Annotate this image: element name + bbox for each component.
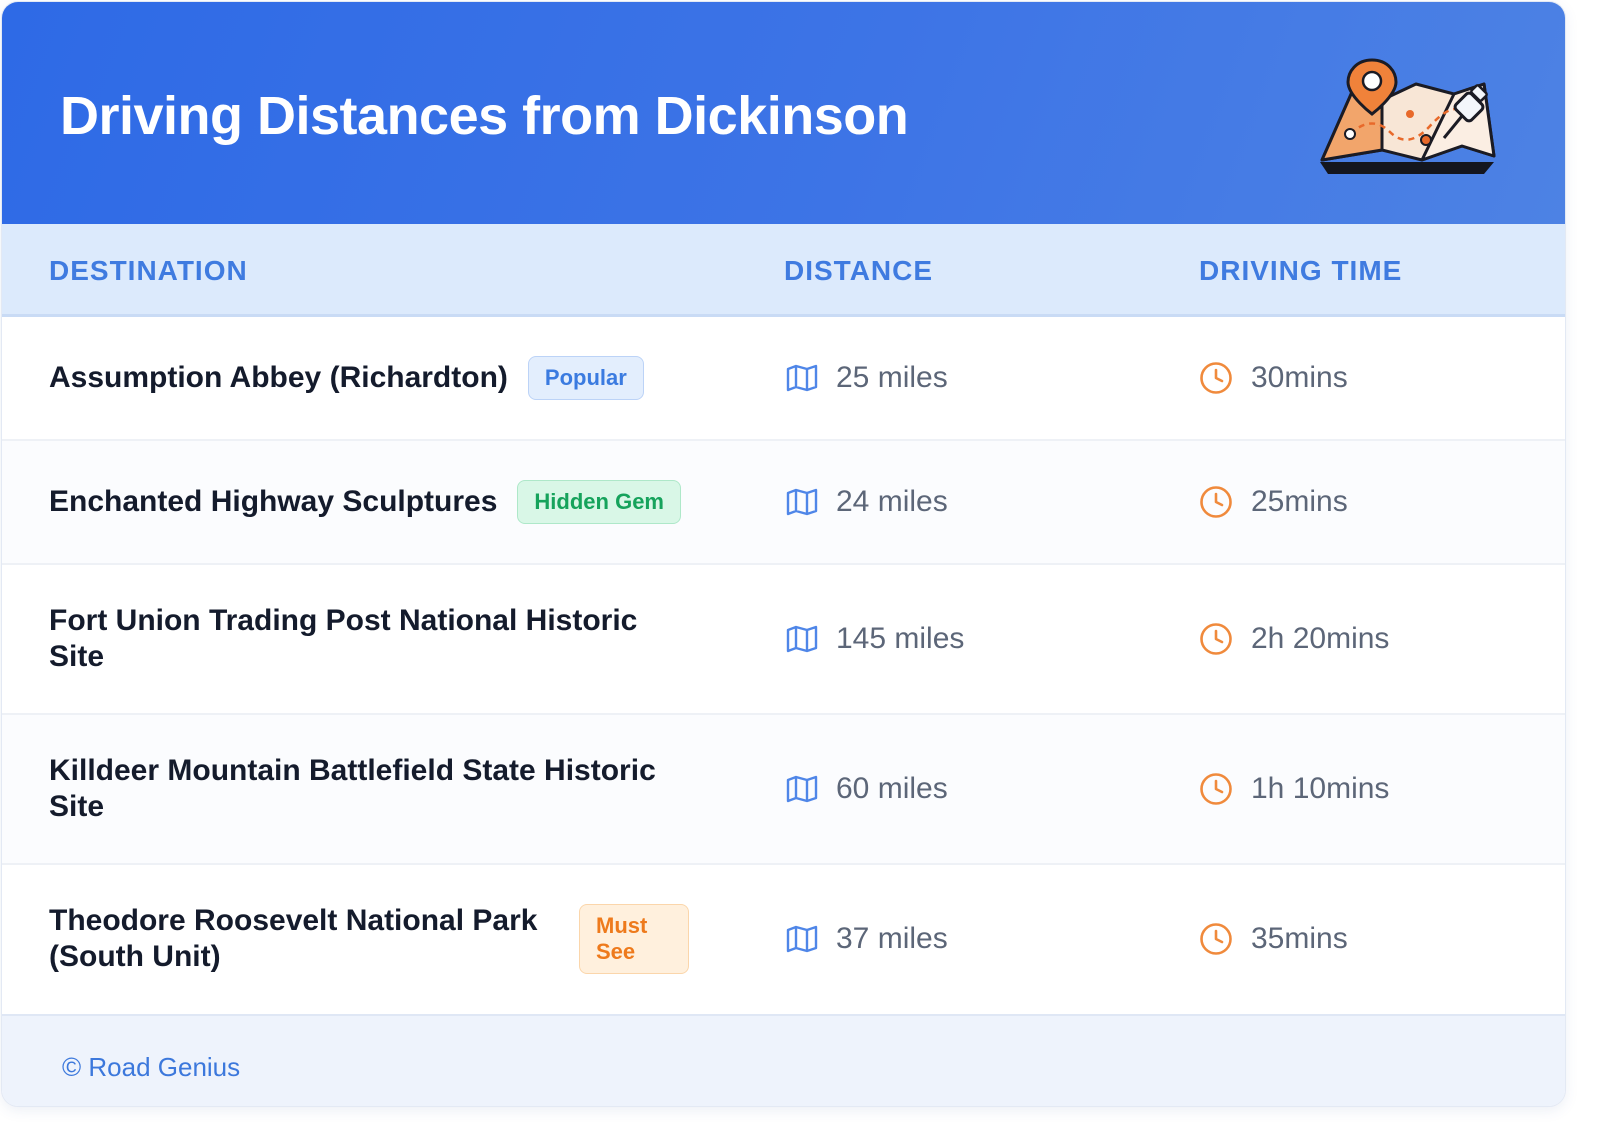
column-header-distance[interactable]: DISTANCE (784, 255, 933, 287)
badge-popular: Popular (527, 356, 644, 400)
destination-cell: Theodore Roosevelt National Park (South … (49, 865, 689, 1013)
distance-cell: 25 miles (786, 317, 948, 439)
map-icon (786, 364, 818, 392)
destination-name: Theodore Roosevelt National Park (South … (49, 904, 538, 973)
driving-time-value: 30mins (1251, 361, 1348, 394)
card-header: Driving Distances from Dickinson (2, 2, 1565, 224)
clock-icon (1200, 773, 1232, 805)
badge-hidden-gem: Hidden Gem (517, 480, 681, 524)
table-row: Assumption Abbey (Richardton) Popular 25… (2, 317, 1565, 441)
destination-name: Enchanted Highway Sculptures (49, 485, 498, 518)
driving-time-cell: 1h 10mins (1199, 715, 1389, 863)
distance-cell: 24 miles (786, 441, 948, 563)
destination-name: Fort Union Trading Post National Histori… (49, 604, 638, 673)
map-icon (786, 625, 818, 653)
page-title: Driving Distances from Dickinson (60, 86, 909, 146)
driving-time-cell: 30mins (1199, 317, 1348, 439)
map-icon (786, 775, 818, 803)
table-row: Killdeer Mountain Battlefield State Hist… (2, 715, 1565, 865)
table-row: Fort Union Trading Post National Histori… (2, 565, 1565, 715)
destination-cell: Fort Union Trading Post National Histori… (49, 565, 669, 713)
clock-icon (1200, 486, 1232, 518)
destination-name: Killdeer Mountain Battlefield State Hist… (49, 754, 656, 823)
driving-time-value: 25mins (1251, 485, 1348, 518)
distance-value: 145 miles (836, 622, 965, 655)
clock-icon (1200, 923, 1232, 955)
destination-cell: Killdeer Mountain Battlefield State Hist… (49, 715, 689, 863)
map-icon (786, 925, 818, 953)
distance-value: 60 miles (836, 772, 948, 805)
driving-time-cell: 35mins (1199, 865, 1348, 1013)
distance-value: 37 miles (836, 922, 948, 955)
distance-value: 24 miles (836, 485, 948, 518)
table-row: Theodore Roosevelt National Park (South … (2, 865, 1565, 1013)
clock-icon (1200, 362, 1232, 394)
driving-time-cell: 25mins (1199, 441, 1348, 563)
clock-icon (1200, 623, 1232, 655)
driving-time-value: 1h 10mins (1251, 772, 1390, 805)
destination-cell: Assumption Abbey (Richardton) Popular (49, 317, 644, 439)
distance-card: Driving Distances from Dickinson DESTINA… (2, 2, 1565, 1106)
driving-time-value: 35mins (1251, 922, 1348, 955)
distance-cell: 37 miles (786, 865, 948, 1013)
card-footer: © Road Genius (2, 1014, 1565, 1106)
distance-cell: 60 miles (786, 715, 948, 863)
map-pin-illustration (1320, 58, 1496, 174)
column-header-driving-time[interactable]: DRIVING TIME (1199, 255, 1402, 287)
driving-time-value: 2h 20mins (1251, 622, 1390, 655)
table-header: DESTINATION DISTANCE DRIVING TIME (2, 224, 1565, 317)
destination-name: Assumption Abbey (Richardton) (49, 361, 508, 394)
map-icon (786, 488, 818, 516)
distance-cell: 145 miles (786, 565, 964, 713)
destination-cell: Enchanted Highway Sculptures Hidden Gem (49, 441, 681, 563)
copyright-text: © Road Genius (62, 1052, 241, 1082)
badge-must-see: Must See (579, 904, 689, 974)
table-row: Enchanted Highway Sculptures Hidden Gem … (2, 441, 1565, 565)
column-header-destination[interactable]: DESTINATION (49, 255, 248, 287)
distance-value: 25 miles (836, 361, 948, 394)
driving-time-cell: 2h 20mins (1199, 565, 1389, 713)
